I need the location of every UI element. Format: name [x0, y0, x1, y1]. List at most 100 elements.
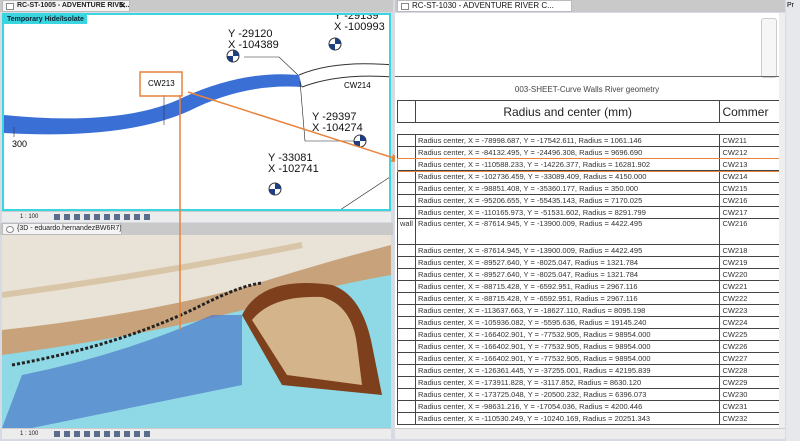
plan-view[interactable]: Temporary Hide/Isolate Y -29120 X -104389…: [2, 13, 391, 211]
table-row[interactable]: Radius center, X = -166402.901, Y = -775…: [397, 328, 779, 341]
comment-cell[interactable]: CW226: [719, 340, 779, 353]
comment-cell[interactable]: CW225: [719, 328, 779, 341]
radius-center-cell[interactable]: Radius center, X = -166402.901, Y = -775…: [414, 328, 721, 341]
table-row[interactable]: Radius center, X = -98851.408, Y = -3536…: [397, 182, 779, 195]
row-type-cell[interactable]: [397, 268, 416, 281]
comment-cell[interactable]: CW227: [719, 352, 779, 365]
radius-center-cell[interactable]: Radius center, X = -87614.945, Y = -1390…: [414, 218, 721, 245]
row-type-cell[interactable]: [397, 364, 416, 377]
table-row[interactable]: Radius center, X = -166402.901, Y = -775…: [397, 352, 779, 365]
radius-center-cell[interactable]: Radius center, X = -173725.048, Y = -205…: [414, 388, 721, 401]
comment-cell[interactable]: CW216: [719, 218, 779, 245]
radius-center-cell[interactable]: Radius center, X = -166402.901, Y = -775…: [414, 352, 721, 365]
radius-center-cell[interactable]: Radius center, X = -110165.973, Y = -515…: [414, 206, 721, 219]
radius-center-cell[interactable]: Radius center, X = -110530.249, Y = -102…: [414, 412, 721, 425]
comment-cell[interactable]: CW212: [719, 146, 779, 159]
table-row[interactable]: Radius center, X = -126361.445, Y = -372…: [397, 364, 779, 377]
row-type-cell[interactable]: [397, 158, 416, 171]
tab-3d-view[interactable]: {3D - eduardo.hernandezBW6R7}: [2, 223, 122, 235]
table-row[interactable]: Radius center, X = -84132.495, Y = -2449…: [397, 146, 779, 159]
table-row[interactable]: Radius center, X = -110588.233, Y = -142…: [396, 157, 779, 172]
radius-center-cell[interactable]: Radius center, X = -78998.687, Y = -1754…: [414, 134, 721, 147]
row-type-cell[interactable]: wall: [397, 218, 416, 245]
scale-label[interactable]: 1 : 100: [20, 214, 38, 220]
row-type-cell[interactable]: [397, 412, 416, 425]
view-control-icons[interactable]: [54, 214, 154, 220]
row-type-cell[interactable]: [397, 292, 416, 305]
radius-center-cell[interactable]: Radius center, X = -110588.233, Y = -142…: [414, 158, 721, 171]
column-header[interactable]: Radius and center (mm): [414, 100, 721, 123]
table-row[interactable]: Radius center, X = -88715.428, Y = -6592…: [397, 292, 779, 305]
comment-cell[interactable]: CW220: [719, 268, 779, 281]
close-icon[interactable]: ✕: [119, 1, 126, 11]
row-type-cell[interactable]: [397, 376, 416, 389]
comment-cell[interactable]: CW223: [719, 304, 779, 317]
table-row[interactable]: Radius center, X = -113637.663, Y = -186…: [397, 304, 779, 317]
table-row[interactable]: Radius center, X = -78998.687, Y = -1754…: [397, 134, 779, 147]
radius-center-cell[interactable]: Radius center, X = -98631.216, Y = -1705…: [414, 400, 721, 413]
radius-center-cell[interactable]: Radius center, X = -105936.082, Y = -559…: [414, 316, 721, 329]
radius-center-cell[interactable]: Radius center, X = -89527.640, Y = -8025…: [414, 268, 721, 281]
3d-view[interactable]: [2, 235, 391, 428]
radius-center-cell[interactable]: Radius center, X = -84132.495, Y = -2449…: [414, 146, 721, 159]
radius-center-cell[interactable]: Radius center, X = -98851.408, Y = -3536…: [414, 182, 721, 195]
comment-cell[interactable]: CW218: [719, 244, 779, 257]
table-row[interactable]: Radius center, X = -110530.249, Y = -102…: [397, 412, 779, 425]
comment-cell[interactable]: CW232: [719, 412, 779, 425]
table-row[interactable]: Radius center, X = -110165.973, Y = -515…: [397, 206, 779, 219]
radius-center-cell[interactable]: Radius center, X = -88715.428, Y = -6592…: [414, 292, 721, 305]
radius-center-cell[interactable]: Radius center, X = -89527.640, Y = -8025…: [414, 256, 721, 269]
table-row[interactable]: Radius center, X = -95206.655, Y = -5543…: [397, 194, 779, 207]
table-row[interactable]: Radius center, X = -88715.428, Y = -6592…: [397, 280, 779, 293]
comment-cell[interactable]: CW228: [719, 364, 779, 377]
table-row[interactable]: Radius center, X = -102736.459, Y = -330…: [397, 170, 779, 183]
row-type-cell[interactable]: [397, 146, 416, 159]
schedule-view[interactable]: 003-SHEET-Curve Walls River geometry Rad…: [395, 13, 779, 428]
row-type-cell[interactable]: [397, 194, 416, 207]
comment-cell[interactable]: CW211: [719, 134, 779, 147]
comment-cell[interactable]: CW216: [719, 194, 779, 207]
comment-cell[interactable]: CW222: [719, 292, 779, 305]
row-type-cell[interactable]: [397, 328, 416, 341]
column-header[interactable]: Commer: [719, 100, 779, 123]
comment-cell[interactable]: CW214: [719, 170, 779, 183]
row-type-cell[interactable]: [397, 256, 416, 269]
comment-cell[interactable]: CW215: [719, 182, 779, 195]
table-row[interactable]: Radius center, X = -105936.082, Y = -559…: [397, 316, 779, 329]
comment-cell[interactable]: CW224: [719, 316, 779, 329]
radius-center-cell[interactable]: Radius center, X = -166402.901, Y = -775…: [414, 340, 721, 353]
radius-center-cell[interactable]: Radius center, X = -87614.945, Y = -1390…: [414, 244, 721, 257]
tab-schedule[interactable]: RC-ST-1030 - ADVENTURE RIVER C...: [397, 0, 572, 12]
row-type-cell[interactable]: [397, 182, 416, 195]
table-row[interactable]: Radius center, X = -173725.048, Y = -205…: [397, 388, 779, 401]
row-type-cell[interactable]: [397, 388, 416, 401]
radius-center-cell[interactable]: Radius center, X = -113637.663, Y = -186…: [414, 304, 721, 317]
view-control-icons[interactable]: [54, 431, 154, 437]
row-type-cell[interactable]: [397, 340, 416, 353]
table-row[interactable]: Radius center, X = -89527.640, Y = -8025…: [397, 256, 779, 269]
row-type-cell[interactable]: [397, 316, 416, 329]
row-type-cell[interactable]: [397, 280, 416, 293]
table-row[interactable]: Radius center, X = -87614.945, Y = -1390…: [397, 244, 779, 257]
comment-cell[interactable]: CW217: [719, 206, 779, 219]
row-type-cell[interactable]: [397, 352, 416, 365]
scale-label[interactable]: 1 : 100: [20, 431, 38, 437]
radius-center-cell[interactable]: Radius center, X = -173911.828, Y = -311…: [414, 376, 721, 389]
radius-center-cell[interactable]: Radius center, X = -102736.459, Y = -330…: [414, 170, 721, 183]
comment-cell[interactable]: CW231: [719, 400, 779, 413]
table-row[interactable]: Radius center, X = -173911.828, Y = -311…: [397, 376, 779, 389]
comment-cell[interactable]: CW229: [719, 376, 779, 389]
navigation-bar[interactable]: [761, 18, 777, 78]
row-type-cell[interactable]: [397, 134, 416, 147]
row-type-cell[interactable]: [397, 206, 416, 219]
radius-center-cell[interactable]: Radius center, X = -95206.655, Y = -5543…: [414, 194, 721, 207]
table-row[interactable]: Radius center, X = -89527.640, Y = -8025…: [397, 268, 779, 281]
scrollbar[interactable]: [779, 13, 785, 428]
comment-cell[interactable]: CW213: [719, 158, 779, 171]
comment-cell[interactable]: CW230: [719, 388, 779, 401]
table-row[interactable]: Radius center, X = -98631.216, Y = -1705…: [397, 400, 779, 413]
tab-plan-view[interactable]: RC-ST-1005 - ADVENTURE RIVE... ✕: [2, 0, 130, 12]
comment-cell[interactable]: CW221: [719, 280, 779, 293]
table-row[interactable]: Radius center, X = -166402.901, Y = -775…: [397, 340, 779, 353]
row-type-cell[interactable]: [397, 400, 416, 413]
